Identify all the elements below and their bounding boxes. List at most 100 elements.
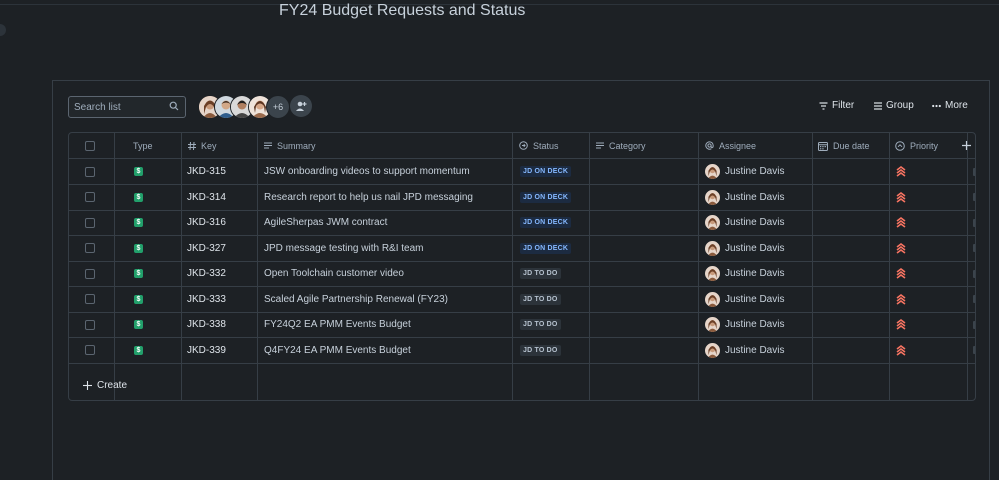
row-checkbox[interactable] [85,159,95,184]
column-header-status[interactable]: Status [519,133,559,158]
add-column-button[interactable] [962,133,971,158]
row-checkbox[interactable] [85,236,95,261]
create-button[interactable]: Create [83,380,127,391]
checkbox[interactable] [85,268,95,279]
checkbox[interactable] [85,166,95,177]
overflow-column-chip [973,159,975,184]
avatar [705,266,720,281]
issue-key[interactable]: JKD-327 [187,236,226,261]
issue-status[interactable]: JD ON DECK [520,236,572,261]
column-header-due-date[interactable]: Due date [818,133,870,158]
column-header-type[interactable]: Type [133,133,153,158]
due-date-header-label: Due date [833,140,870,151]
issue-assignee[interactable]: Justine Davis [705,287,784,312]
issue-priority[interactable] [896,159,906,184]
column-header-category[interactable]: Category [596,133,646,158]
table-row[interactable]: $ JKD-338 FY24Q2 EA PMM Events Budget JD TO… [69,312,975,338]
table-row[interactable]: $ JKD-333 Scaled Agile Partnership Renewal… [69,287,975,313]
budget-type-icon: $ [134,192,143,202]
column-header-key[interactable]: Key [188,133,217,158]
status-lozenge[interactable]: JD TO DO [520,344,561,356]
issue-status[interactable]: JD TO DO [520,338,561,363]
issue-summary[interactable]: JPD message testing with R&I team [264,236,424,261]
column-header-assignee[interactable]: Assignee [705,133,756,158]
more-button[interactable]: More [932,100,968,111]
select-all-checkbox[interactable] [85,133,95,158]
issue-priority[interactable] [896,236,906,261]
status-lozenge[interactable]: JD TO DO [520,319,561,330]
group-button[interactable]: Group [874,100,914,111]
checkbox[interactable] [85,243,95,253]
checkbox[interactable] [85,140,95,151]
column-header-priority[interactable]: Priority [895,133,938,158]
filter-button[interactable]: Filter [819,100,854,111]
issue-assignee[interactable]: Justine Davis [705,210,784,235]
row-checkbox[interactable] [85,210,95,235]
issue-priority[interactable] [896,210,906,235]
status-lozenge[interactable]: JD TO DO [520,293,561,305]
sidebar-toggle[interactable] [0,24,6,36]
issue-summary[interactable]: Research report to help us nail JPD mess… [264,185,473,210]
status-lozenge[interactable]: JD ON DECK [520,166,572,177]
issue-priority[interactable] [896,185,906,210]
issue-priority[interactable] [896,261,906,286]
table-row[interactable]: $ JKD-339 Q4FY24 EA PMM Events Budget JD TO… [69,338,975,364]
issue-summary[interactable]: JSW onboarding videos to support momentu… [264,159,470,184]
issue-status[interactable]: JD ON DECK [520,185,572,210]
search-box[interactable] [68,96,186,118]
issue-assignee[interactable]: Justine Davis [705,159,784,184]
issue-key[interactable]: JKD-316 [187,210,226,235]
column-header-summary[interactable]: Summary [264,133,316,158]
add-people-button[interactable] [290,95,312,117]
issue-key[interactable]: JKD-333 [187,287,226,312]
issue-key[interactable]: JKD-314 [187,185,226,210]
row-checkbox[interactable] [85,287,95,312]
status-lozenge[interactable]: JD ON DECK [520,217,572,228]
row-checkbox[interactable] [85,261,95,286]
table-row[interactable]: $ JKD-332 Open Toolchain customer video JD … [69,261,975,287]
issue-assignee[interactable]: Justine Davis [705,338,784,363]
issue-summary[interactable]: Scaled Agile Partnership Renewal (FY23) [264,287,448,312]
issue-assignee[interactable]: Justine Davis [705,236,784,261]
row-checkbox[interactable] [85,338,95,363]
issue-key[interactable]: JKD-339 [187,338,226,363]
table-row[interactable]: $ JKD-316 AgileSherpas JWM contract JD ON D… [69,210,975,236]
issue-status[interactable]: JD ON DECK [520,210,572,235]
issue-priority[interactable] [896,287,906,312]
budget-type-icon: $ [134,294,143,304]
lines-icon [264,142,272,149]
issue-status[interactable]: JD TO DO [520,261,561,286]
issue-status[interactable]: JD ON DECK [520,159,572,184]
priority-highest-icon [896,344,906,356]
more-people-count[interactable]: +6 [266,95,290,119]
issue-assignee[interactable]: Justine Davis [705,185,784,210]
issue-assignee[interactable]: Justine Davis [705,312,784,337]
status-lozenge[interactable]: JD ON DECK [520,242,572,254]
overflow-column-chip [973,312,975,337]
table-row[interactable]: $ JKD-314 Research report to help us nail … [69,185,975,211]
issue-summary[interactable]: Open Toolchain customer video [264,261,404,286]
row-checkbox[interactable] [85,312,95,337]
checkbox[interactable] [85,345,95,355]
issue-summary[interactable]: FY24Q2 EA PMM Events Budget [264,312,411,337]
issue-summary[interactable]: AgileSherpas JWM contract [264,210,387,235]
issue-status[interactable]: JD TO DO [520,287,561,312]
table-row[interactable]: $ JKD-327 JPD message testing with R&I tea… [69,236,975,262]
row-checkbox[interactable] [85,185,95,210]
status-lozenge[interactable]: JD ON DECK [520,191,572,203]
issue-priority[interactable] [896,312,906,337]
checkbox[interactable] [85,319,95,330]
search-input[interactable] [69,97,166,117]
issue-key[interactable]: JKD-332 [187,261,226,286]
checkbox[interactable] [85,294,95,304]
checkbox[interactable] [85,217,95,228]
issue-key[interactable]: JKD-338 [187,312,226,337]
issue-assignee[interactable]: Justine Davis [705,261,784,286]
checkbox[interactable] [85,192,95,202]
issue-priority[interactable] [896,338,906,363]
issue-summary[interactable]: Q4FY24 EA PMM Events Budget [264,338,411,363]
status-lozenge[interactable]: JD TO DO [520,268,561,279]
table-row[interactable]: $ JKD-315 JSW onboarding videos to support… [69,159,975,185]
issue-status[interactable]: JD TO DO [520,312,561,337]
issue-key[interactable]: JKD-315 [187,159,226,184]
